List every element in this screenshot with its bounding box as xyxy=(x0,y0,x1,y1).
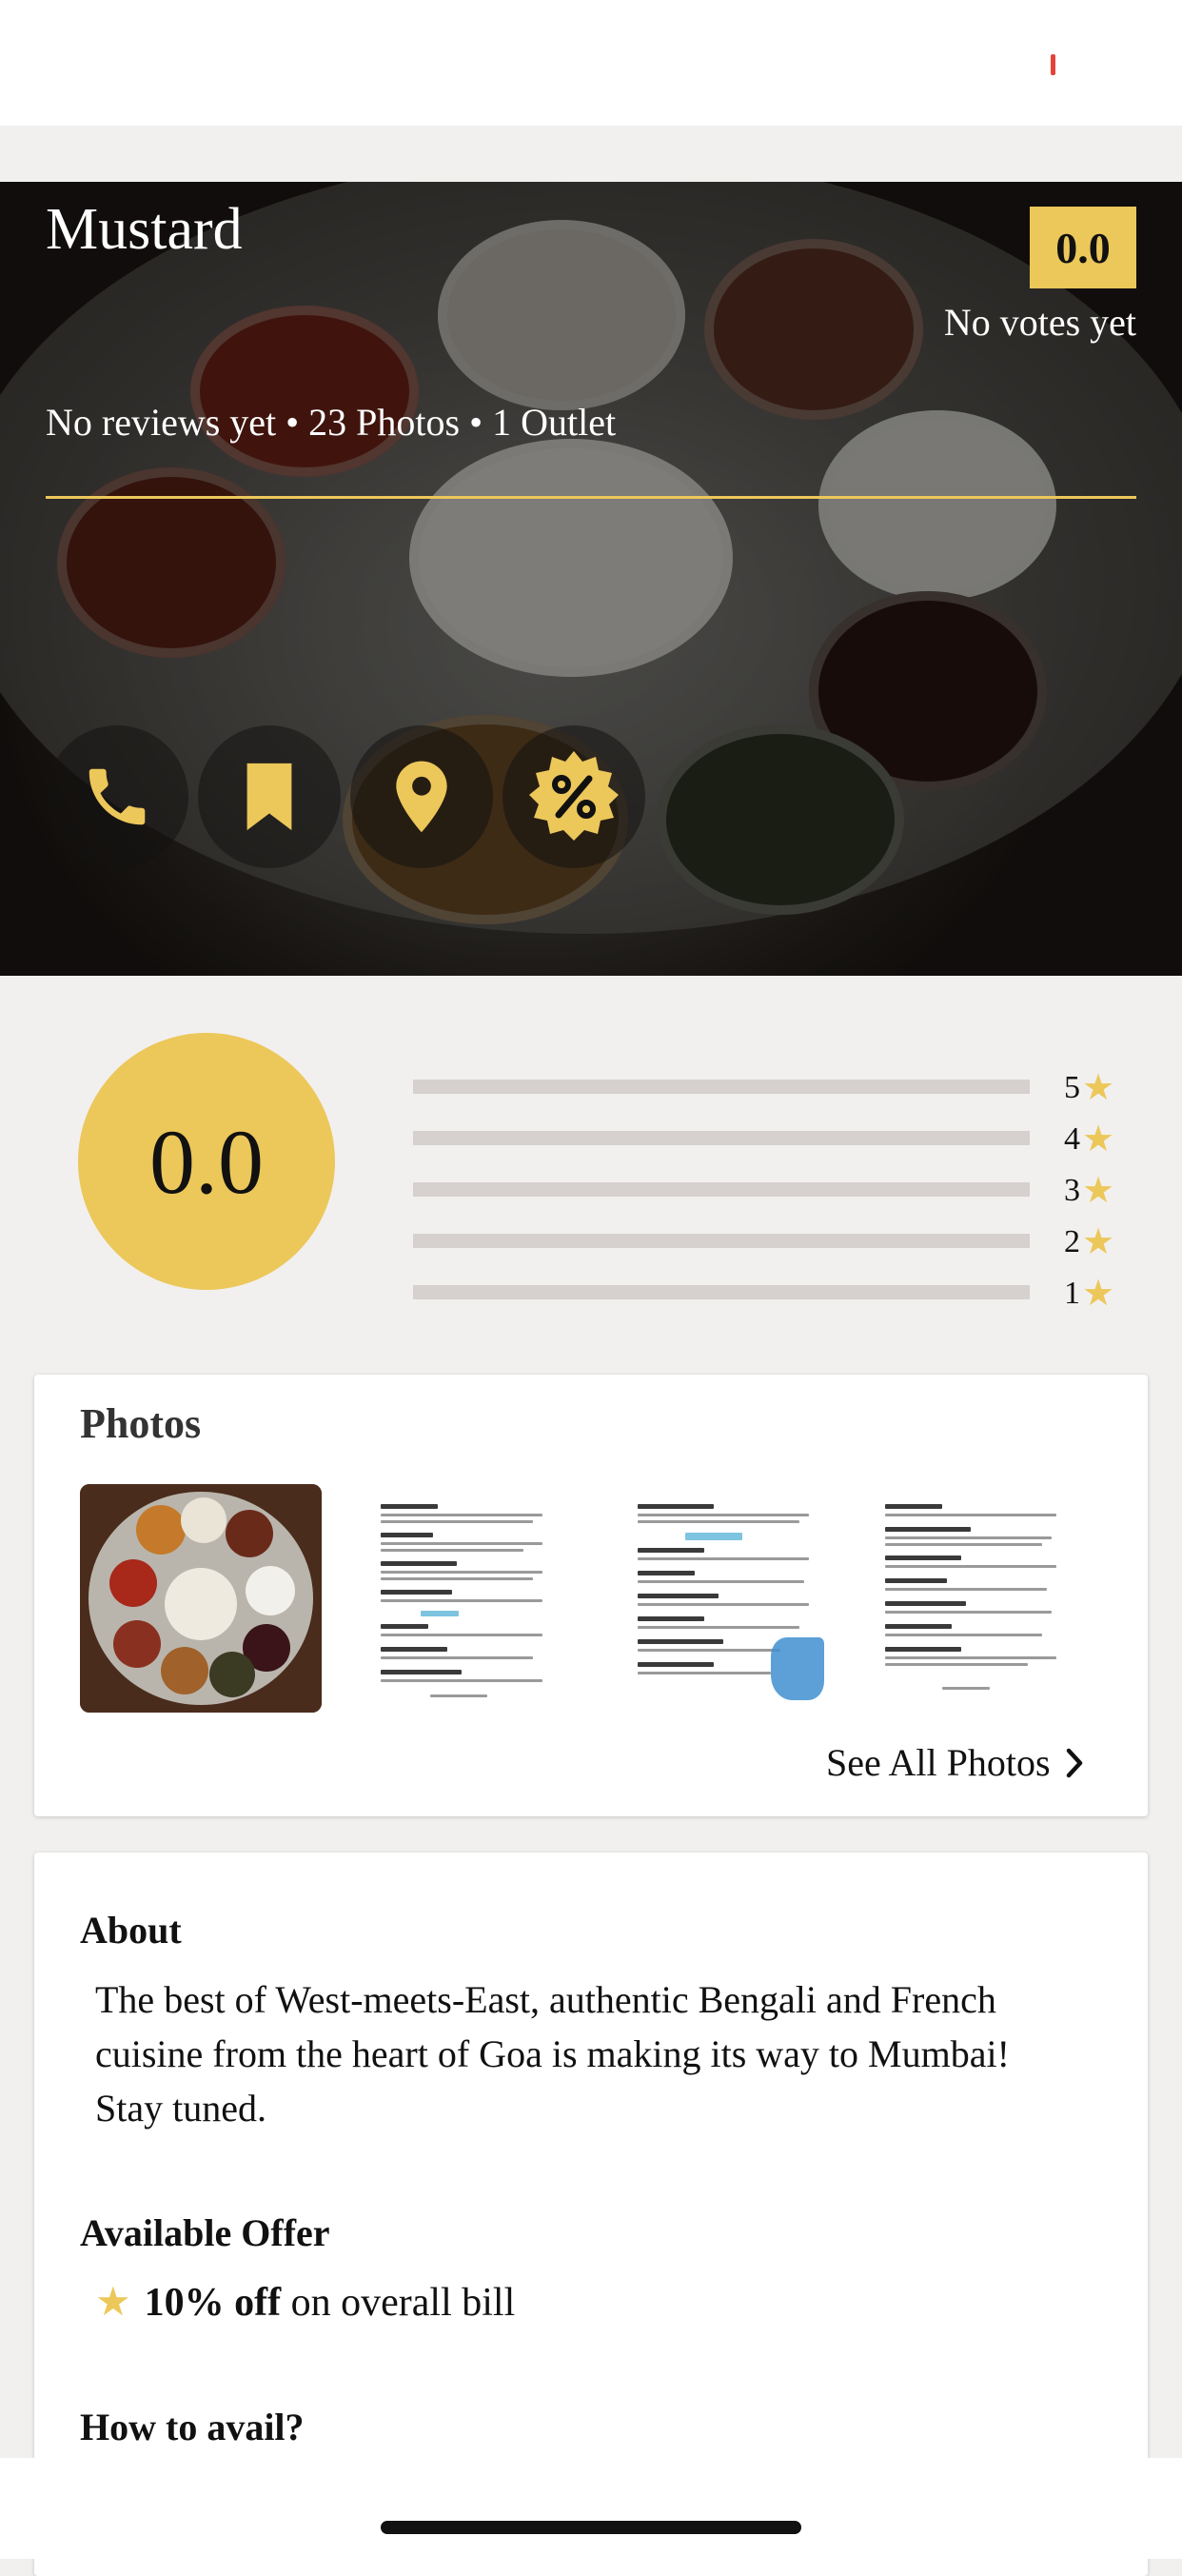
home-indicator[interactable] xyxy=(381,2521,801,2534)
rating-bar-4 xyxy=(413,1131,1030,1145)
call-button[interactable] xyxy=(46,725,188,868)
see-all-label: See All Photos xyxy=(826,1741,1051,1784)
photo-thumbnail[interactable] xyxy=(80,1484,322,1713)
star-icon: ★ xyxy=(95,2281,131,2325)
status-bar xyxy=(0,0,1182,126)
restaurant-summary: No reviews yet • 23 Photos • 1 Outlet xyxy=(46,401,617,444)
hero-divider xyxy=(46,496,1136,499)
offer-item: ★ 10% off on overall bill xyxy=(95,2278,515,2326)
available-offer-title: Available Offer xyxy=(80,2211,330,2254)
offers-button[interactable] xyxy=(502,725,645,868)
home-indicator-area xyxy=(0,2458,1182,2559)
rating-label-4: 4 ★ xyxy=(1064,1118,1114,1160)
rating-bar-2 xyxy=(413,1234,1030,1248)
overall-rating-circle: 0.0 xyxy=(78,1033,335,1290)
recording-indicator xyxy=(1051,54,1055,75)
chevron-right-icon xyxy=(1066,1748,1082,1777)
how-to-avail-title: How to avail? xyxy=(80,2406,305,2448)
menu-photo-thumbnail[interactable] xyxy=(876,1495,1085,1704)
rating-label-3: 3 ★ xyxy=(1064,1169,1114,1212)
restaurant-name: Mustard xyxy=(46,197,243,262)
rating-label-text: 2 xyxy=(1064,1223,1080,1259)
rating-label-text: 4 xyxy=(1064,1120,1080,1157)
rating-label-text: 3 xyxy=(1064,1172,1080,1208)
photos-title: Photos xyxy=(80,1400,202,1447)
phone-icon xyxy=(89,768,146,825)
about-text: The best of West-meets-East, authentic B… xyxy=(95,1978,1010,2130)
back-button[interactable] xyxy=(57,57,105,124)
rating-bar-3 xyxy=(413,1182,1030,1197)
star-icon: ★ xyxy=(1082,1171,1115,1211)
see-all-photos-link[interactable]: See All Photos xyxy=(826,1740,1085,1785)
star-icon: ★ xyxy=(1082,1222,1115,1262)
menu-photo-thumbnail[interactable] xyxy=(373,1495,582,1704)
menu-photo-thumbnail[interactable] xyxy=(628,1495,837,1704)
star-icon: ★ xyxy=(1082,1068,1115,1108)
star-icon: ★ xyxy=(1082,1120,1115,1159)
bookmark-icon xyxy=(246,763,292,831)
chevron-left-icon xyxy=(67,65,93,116)
rating-label-text: 5 xyxy=(1064,1069,1080,1105)
location-pin-icon xyxy=(396,761,447,833)
votes-text: No votes yet xyxy=(943,301,1136,344)
rating-label-2: 2 ★ xyxy=(1064,1220,1114,1263)
about-title: About xyxy=(80,1909,182,1952)
rating-label-1: 1 ★ xyxy=(1064,1272,1114,1315)
offer-description: on overall bill xyxy=(290,2281,516,2325)
discount-badge-icon xyxy=(529,751,619,841)
rating-bar-5 xyxy=(413,1080,1030,1094)
directions-button[interactable] xyxy=(350,725,493,868)
rating-label-5: 5 ★ xyxy=(1064,1066,1114,1109)
star-icon: ★ xyxy=(1082,1274,1115,1314)
offer-amount: 10% off xyxy=(144,2281,282,2325)
rating-bar-1 xyxy=(413,1285,1030,1299)
bookmark-button[interactable] xyxy=(198,725,341,868)
rating-label-text: 1 xyxy=(1064,1275,1080,1311)
rating-badge: 0.0 xyxy=(1030,207,1136,288)
thali-photo xyxy=(80,1484,322,1713)
